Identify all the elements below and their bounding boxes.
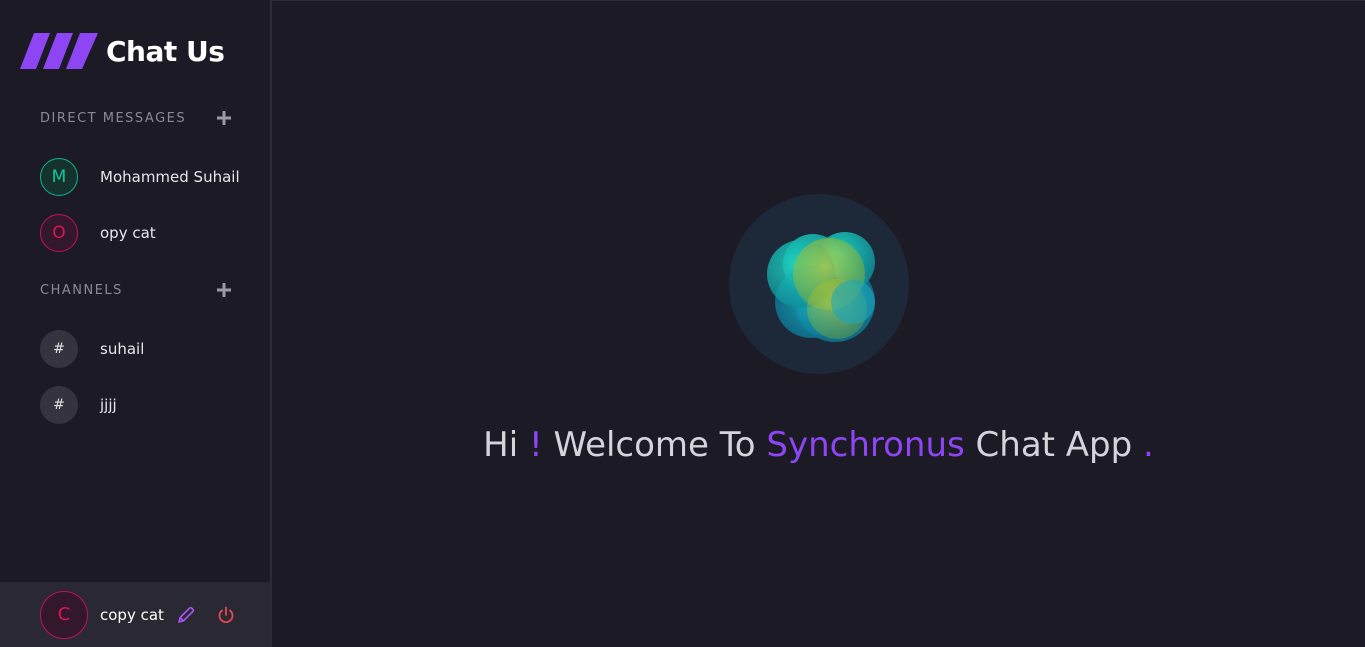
brand-logo-icon — [20, 33, 98, 69]
app-title: Chat Us — [106, 34, 225, 68]
pencil-icon — [178, 606, 195, 623]
direct-messages-header: DIRECT MESSAGES — [40, 108, 232, 128]
welcome-message: Hi ! Welcome To Synchronus Chat App . — [272, 425, 1365, 465]
dm-item-opy-cat[interactable]: O opy cat — [40, 214, 156, 252]
welcome-text: Welcome To — [553, 425, 756, 465]
channel-item-label: suhail — [100, 340, 145, 358]
sidebar: Chat Us DIRECT MESSAGES M Mohammed Suhai… — [0, 0, 272, 647]
orb-icon — [729, 194, 909, 374]
welcome-suffix: Chat App — [975, 425, 1133, 465]
brand: Chat Us — [20, 33, 225, 69]
main-panel: Hi ! Welcome To Synchronus Chat App . — [272, 0, 1365, 647]
add-channel-button[interactable] — [216, 280, 232, 300]
profile-name: copy cat — [100, 605, 164, 624]
logout-button[interactable] — [216, 605, 236, 625]
direct-messages-title: DIRECT MESSAGES — [40, 110, 187, 126]
profile-avatar[interactable]: C — [40, 590, 88, 639]
avatar: O — [40, 214, 78, 252]
channel-item-suhail[interactable]: # suhail — [40, 330, 144, 368]
channels-header: CHANNELS — [40, 280, 232, 300]
dm-item-label: opy cat — [100, 224, 156, 242]
channel-hash-icon: # — [40, 330, 78, 368]
channel-item-label: jjjj — [100, 396, 117, 414]
channels-title: CHANNELS — [40, 282, 123, 298]
welcome-app-name: Synchronus — [766, 425, 965, 465]
edit-profile-button[interactable] — [176, 605, 196, 625]
profile-bar: C copy cat — [0, 582, 270, 647]
add-direct-message-button[interactable] — [216, 108, 232, 128]
dm-item-mohammed-suhail[interactable]: M Mohammed Suhail — [40, 158, 240, 196]
app-window: Chat Us DIRECT MESSAGES M Mohammed Suhai… — [0, 0, 1365, 647]
power-icon — [218, 606, 234, 623]
avatar: M — [40, 158, 78, 196]
plus-icon — [217, 283, 231, 297]
welcome-animation — [729, 194, 909, 374]
welcome-greeting: Hi — [483, 425, 519, 465]
welcome-period: . — [1143, 425, 1154, 465]
plus-icon — [217, 111, 231, 125]
channel-item-jjjj[interactable]: # jjjj — [40, 386, 117, 424]
channel-hash-icon: # — [40, 386, 78, 424]
welcome-exclaim: ! — [528, 425, 543, 465]
dm-item-label: Mohammed Suhail — [100, 168, 240, 186]
